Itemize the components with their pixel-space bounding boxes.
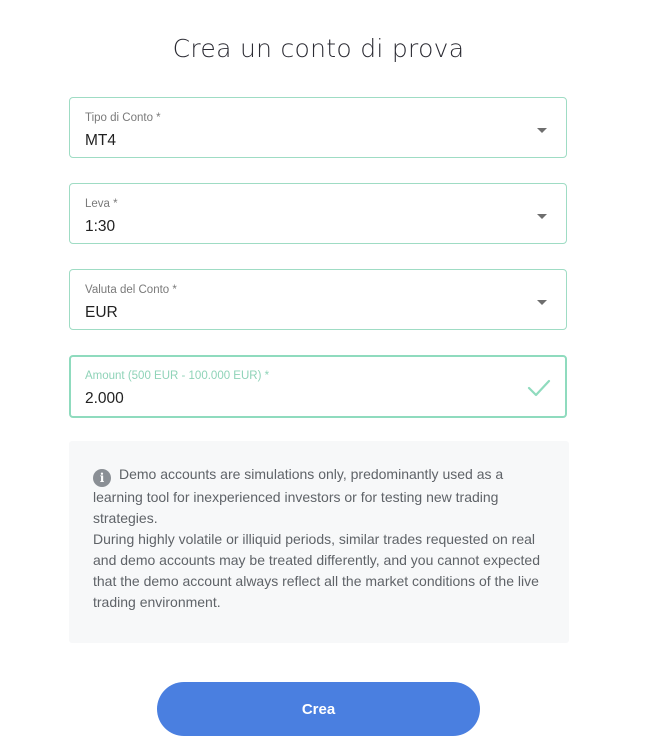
amount-label: Amount (500 EUR - 100.000 EUR) * — [85, 370, 270, 382]
page-title: Crea un conto di prova — [172, 34, 465, 63]
chevron-down-icon[interactable] — [537, 300, 547, 305]
leverage-select[interactable]: Leva * 1:30 — [69, 183, 567, 244]
leverage-value: 1:30 — [85, 218, 116, 235]
notice-paragraph-2: During highly volatile or illiquid perio… — [93, 531, 540, 610]
account-type-label: Tipo di Conto * — [85, 112, 161, 124]
info-icon: i — [93, 469, 111, 487]
account-type-select[interactable]: Tipo di Conto * MT4 — [69, 97, 567, 158]
amount-input[interactable]: Amount (500 EUR - 100.000 EUR) * 2.000 — [69, 355, 567, 418]
demo-notice: i Demo accounts are simulations only, pre… — [69, 441, 569, 643]
currency-label: Valuta del Conto * — [85, 284, 177, 296]
chevron-down-icon[interactable] — [537, 128, 547, 133]
notice-paragraph-1: i Demo accounts are simulations only, pre… — [93, 464, 545, 529]
leverage-label: Leva * — [85, 198, 118, 210]
checkmark-icon — [527, 379, 551, 397]
create-button[interactable]: Crea — [157, 682, 480, 736]
amount-value[interactable]: 2.000 — [85, 390, 124, 408]
account-type-value: MT4 — [85, 132, 116, 149]
notice-text-1: Demo accounts are simulations only, pred… — [93, 466, 504, 526]
chevron-down-icon[interactable] — [537, 214, 547, 219]
currency-select[interactable]: Valuta del Conto * EUR — [69, 269, 567, 330]
currency-value: EUR — [85, 304, 118, 321]
